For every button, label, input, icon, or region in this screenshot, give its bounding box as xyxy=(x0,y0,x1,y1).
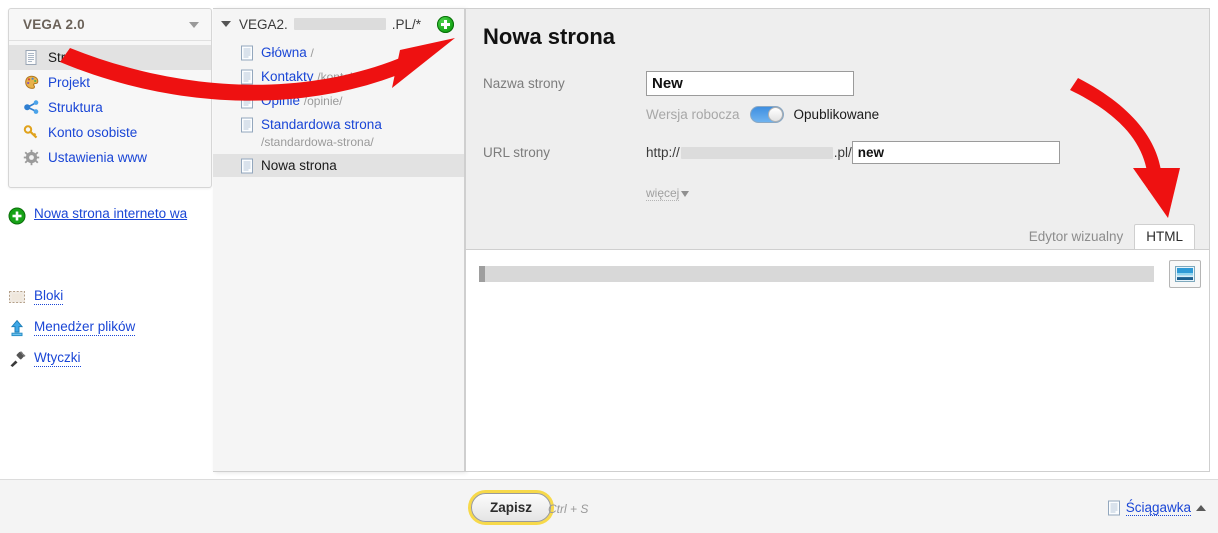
sidebar-new-site-block: Nowa strona interneto wa xyxy=(8,206,223,231)
toggle-knob xyxy=(767,107,783,122)
chevron-down-icon xyxy=(681,190,690,197)
tree-item-kontakty[interactable]: Kontakty /kontakty/ xyxy=(213,65,464,89)
plug-icon xyxy=(10,351,26,367)
tree-item-glowna[interactable]: Główna / xyxy=(213,41,464,65)
tree-item-slug: /kontakty/ xyxy=(317,70,369,84)
page-icon xyxy=(241,158,253,174)
page-tree-header: VEGA2. .PL/* xyxy=(213,9,464,39)
footer-bar: Zapisz Ctrl + S Ściągawka xyxy=(0,479,1218,533)
image-icon xyxy=(1175,266,1195,282)
field-row-name: Nazwa strony xyxy=(466,71,1209,96)
palette-icon xyxy=(25,75,39,89)
sidebar-header[interactable]: VEGA 2.0 xyxy=(9,9,211,41)
page-icon xyxy=(241,117,253,133)
tree-item-name: Kontakty xyxy=(261,69,314,84)
blocks-icon xyxy=(9,291,25,303)
tree-item-slug: /opinie/ xyxy=(303,94,343,108)
sidebar-item-label: Konto osobiste xyxy=(48,125,138,140)
site-root-suffix: .PL/* xyxy=(391,16,422,32)
upload-icon xyxy=(10,319,24,337)
page-icon xyxy=(241,93,253,109)
sidebar-item-label: Ustawienia www xyxy=(48,150,148,165)
url-tld: .pl/ xyxy=(833,145,852,160)
tool-label[interactable]: Wtyczki xyxy=(34,350,81,367)
more-label: więcej xyxy=(646,186,680,201)
field-row-url: URL strony http:// .pl/ xyxy=(466,141,1209,164)
page-url-input[interactable] xyxy=(851,141,1060,164)
new-site-row[interactable]: Nowa strona interneto wa xyxy=(8,206,223,225)
expand-triangle-icon[interactable] xyxy=(221,21,231,27)
page-title: Nowa strona xyxy=(483,24,616,49)
document-icon xyxy=(25,50,37,65)
tree-item-slug: /standardowa-strona/ xyxy=(261,135,374,149)
publish-toggle[interactable] xyxy=(749,106,784,123)
page-tree-panel: VEGA2. .PL/* Główna / Kontakty /kontakty… xyxy=(213,8,465,472)
tree-item-name: Opinie xyxy=(261,93,301,108)
tree-item-opinie[interactable]: Opinie /opinie/ xyxy=(213,89,464,113)
page-icon xyxy=(241,69,253,85)
site-root-prefix: VEGA2. xyxy=(239,16,288,32)
cheatsheet-link[interactable]: Ściągawka xyxy=(1107,500,1206,516)
editor-scrollbar[interactable] xyxy=(479,266,1154,282)
redacted-domain xyxy=(293,18,386,30)
tree-item-nowa-strona[interactable]: Nowa strona xyxy=(213,154,464,177)
html-editor-area[interactable] xyxy=(466,249,1209,471)
chevron-up-icon[interactable] xyxy=(1196,505,1206,511)
publish-toggle-row: Wersja robocza Opublikowane xyxy=(466,106,1209,123)
add-circle-icon xyxy=(8,207,26,225)
page-form: Nazwa strony Wersja robocza Opublikowane… xyxy=(466,71,1209,201)
sidebar-item-struktura[interactable]: Struktura xyxy=(9,95,211,120)
brand-title: VEGA 2.0 xyxy=(23,17,85,32)
more-options-toggle[interactable]: więcej xyxy=(466,186,1209,201)
sidebar-item-projekt[interactable]: Projekt xyxy=(9,70,211,95)
editor-tabs: Edytor wizualny HTML xyxy=(466,224,1209,249)
sidebar-item-label: Projekt xyxy=(48,75,91,90)
name-label: Nazwa strony xyxy=(483,76,565,91)
page-name-input[interactable] xyxy=(646,71,854,96)
main-panel: Nowa strona Nazwa strony Wersja robocza … xyxy=(465,8,1210,472)
tree-item-name: Nowa strona xyxy=(261,158,337,173)
chevron-down-icon[interactable] xyxy=(189,21,199,28)
tool-label[interactable]: Menedżer plików xyxy=(34,319,136,336)
tool-row-wtyczki[interactable]: Wtyczki xyxy=(8,349,223,368)
tree-item-slug: / xyxy=(310,46,314,60)
page-icon xyxy=(241,45,253,61)
insert-image-button[interactable] xyxy=(1169,260,1201,288)
new-site-link[interactable]: Nowa strona interneto wa xyxy=(34,206,187,222)
page-tree-list: Główna / Kontakty /kontakty/ Opinie /opi… xyxy=(213,39,464,177)
save-shortcut-hint: Ctrl + S xyxy=(548,502,589,516)
published-label: Opublikowane xyxy=(793,107,880,122)
sitemap-icon xyxy=(24,100,39,114)
tree-item-name: Główna xyxy=(261,45,307,60)
document-icon xyxy=(1107,500,1120,516)
cheatsheet-label: Ściągawka xyxy=(1125,500,1191,516)
sidebar-item-strony[interactable]: Strony xyxy=(9,45,211,70)
sidebar-tools: Bloki Menedżer plików Wtyczki xyxy=(8,287,223,380)
save-button[interactable]: Zapisz xyxy=(471,493,552,522)
sidebar: VEGA 2.0 Strony Projekt Struktura Konto … xyxy=(8,8,212,188)
sidebar-item-ustawienia-www[interactable]: Ustawienia www xyxy=(9,145,211,170)
draft-label: Wersja robocza xyxy=(646,107,740,122)
tool-row-menedzer-plikow[interactable]: Menedżer plików xyxy=(8,318,223,337)
tool-row-bloki[interactable]: Bloki xyxy=(8,287,223,306)
tree-item-standardowa-strona[interactable]: Standardowa strona /standardowa-strona/ xyxy=(213,113,464,154)
add-page-button[interactable] xyxy=(437,15,454,33)
url-label: URL strony xyxy=(483,145,551,160)
tab-html[interactable]: HTML xyxy=(1134,224,1195,249)
tab-edytor-wizualny[interactable]: Edytor wizualny xyxy=(1018,225,1135,249)
vega-admin-app: VEGA 2.0 Strony Projekt Struktura Konto … xyxy=(0,0,1218,533)
gear-icon xyxy=(23,149,40,166)
tool-label[interactable]: Bloki xyxy=(34,288,64,305)
sidebar-menu: Strony Projekt Struktura Konto osobiste … xyxy=(9,41,211,170)
url-prefix-text: http:// .pl/ xyxy=(646,145,852,160)
scrollbar-thumb[interactable] xyxy=(479,266,485,282)
sidebar-item-label: Struktura xyxy=(48,100,103,115)
url-scheme: http:// xyxy=(646,145,680,160)
sidebar-item-konto-osobiste[interactable]: Konto osobiste xyxy=(9,120,211,145)
redacted-domain xyxy=(680,146,833,159)
sidebar-item-label: Strony xyxy=(48,50,88,65)
key-icon xyxy=(23,125,38,139)
tree-item-name: Standardowa strona xyxy=(261,117,382,132)
